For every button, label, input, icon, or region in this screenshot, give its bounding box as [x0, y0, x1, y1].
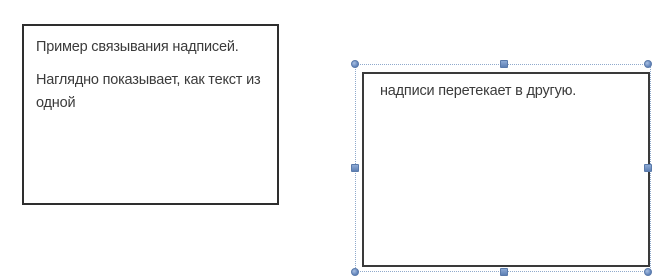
text-box-1-paragraph-1: Пример связывания надписей. — [36, 39, 239, 55]
text-box-2-paragraph-1: надписи перетекает в другую. — [380, 83, 577, 99]
text-box-1[interactable]: Пример связывания надписей. Наглядно пок… — [22, 24, 279, 205]
text-box-2[interactable]: надписи перетекает в другую. — [362, 72, 650, 267]
resize-handle-top-right[interactable] — [644, 60, 652, 68]
resize-handle-right[interactable] — [644, 164, 652, 172]
resize-handle-bottom[interactable] — [500, 268, 508, 276]
document-canvas: Пример связывания надписей. Наглядно пок… — [0, 0, 652, 277]
resize-handle-top[interactable] — [500, 60, 508, 68]
resize-handle-bottom-left[interactable] — [351, 268, 359, 276]
resize-handle-top-left[interactable] — [351, 60, 359, 68]
resize-handle-bottom-right[interactable] — [644, 268, 652, 276]
resize-handle-left[interactable] — [351, 164, 359, 172]
text-box-1-paragraph-2: Наглядно показывает, как текст из одной — [36, 72, 261, 111]
